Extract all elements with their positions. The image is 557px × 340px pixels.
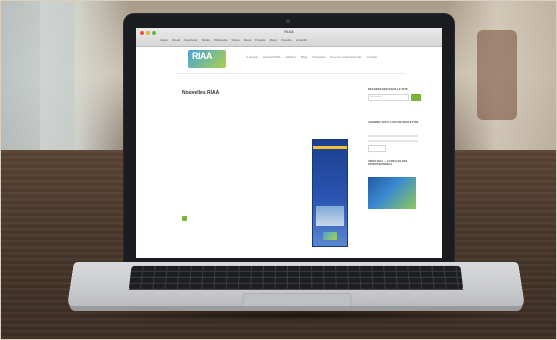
photo-frame-border	[0, 0, 557, 340]
